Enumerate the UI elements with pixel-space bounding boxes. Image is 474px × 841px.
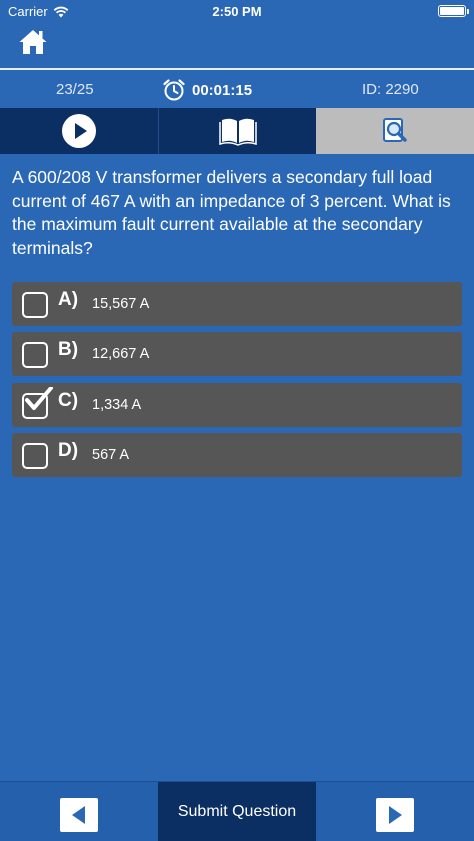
previous-question-button[interactable] [60, 798, 98, 832]
answer-letter: D) [58, 440, 79, 461]
answer-checkbox[interactable] [22, 292, 48, 318]
status-bar: Carrier 2:50 PM [0, 0, 474, 24]
toolbar-search-button[interactable] [316, 108, 474, 154]
answer-text: 12,667 A [92, 346, 150, 362]
bottom-bar: Submit Question [0, 781, 474, 841]
status-time: 2:50 PM [212, 4, 262, 19]
status-right [438, 5, 469, 17]
checkmark-icon [25, 387, 53, 410]
book-icon [218, 118, 257, 146]
toolbar-play-button[interactable] [0, 108, 158, 154]
toolbar [0, 108, 474, 154]
timer: 00:01:15 [162, 78, 252, 102]
answer-letter: B) [58, 339, 79, 360]
play-icon [62, 114, 96, 148]
answer-checkbox[interactable] [22, 342, 48, 368]
search-icon [383, 118, 407, 142]
next-question-button[interactable] [376, 798, 414, 832]
answer-letter: A) [58, 289, 79, 310]
answer-option-a[interactable]: A) 15,567 A [12, 282, 462, 326]
arrow-left-icon [72, 806, 85, 824]
answer-option-b[interactable]: B) 12,667 A [12, 332, 462, 376]
toolbar-book-button[interactable] [158, 108, 316, 154]
submit-question-button[interactable]: Submit Question [158, 782, 316, 841]
home-icon [19, 30, 47, 54]
answer-checkbox-checked[interactable] [22, 387, 53, 419]
answer-text: 567 A [92, 447, 130, 463]
home-button[interactable] [18, 28, 48, 56]
info-row: 23/25 00:01:15 ID: 2290 [0, 72, 474, 106]
battery-icon [438, 5, 469, 17]
answer-text: 1,334 A [92, 397, 142, 413]
question-text: A 600/208 V transformer delivers a secon… [12, 167, 451, 258]
timer-value: 00:01:15 [192, 81, 253, 99]
answer-letter: C) [58, 390, 79, 411]
question-counter: 23/25 [56, 81, 94, 98]
question-id: ID: 2290 [362, 81, 419, 98]
alarm-clock-icon [163, 79, 185, 101]
answer-option-c[interactable]: C) 1,334 A [12, 383, 462, 427]
answer-option-d[interactable]: D) 567 A [12, 433, 462, 477]
answer-checkbox[interactable] [22, 443, 48, 469]
answer-text: 15,567 A [92, 296, 150, 312]
arrow-right-icon [389, 806, 402, 824]
header-divider [0, 68, 474, 70]
